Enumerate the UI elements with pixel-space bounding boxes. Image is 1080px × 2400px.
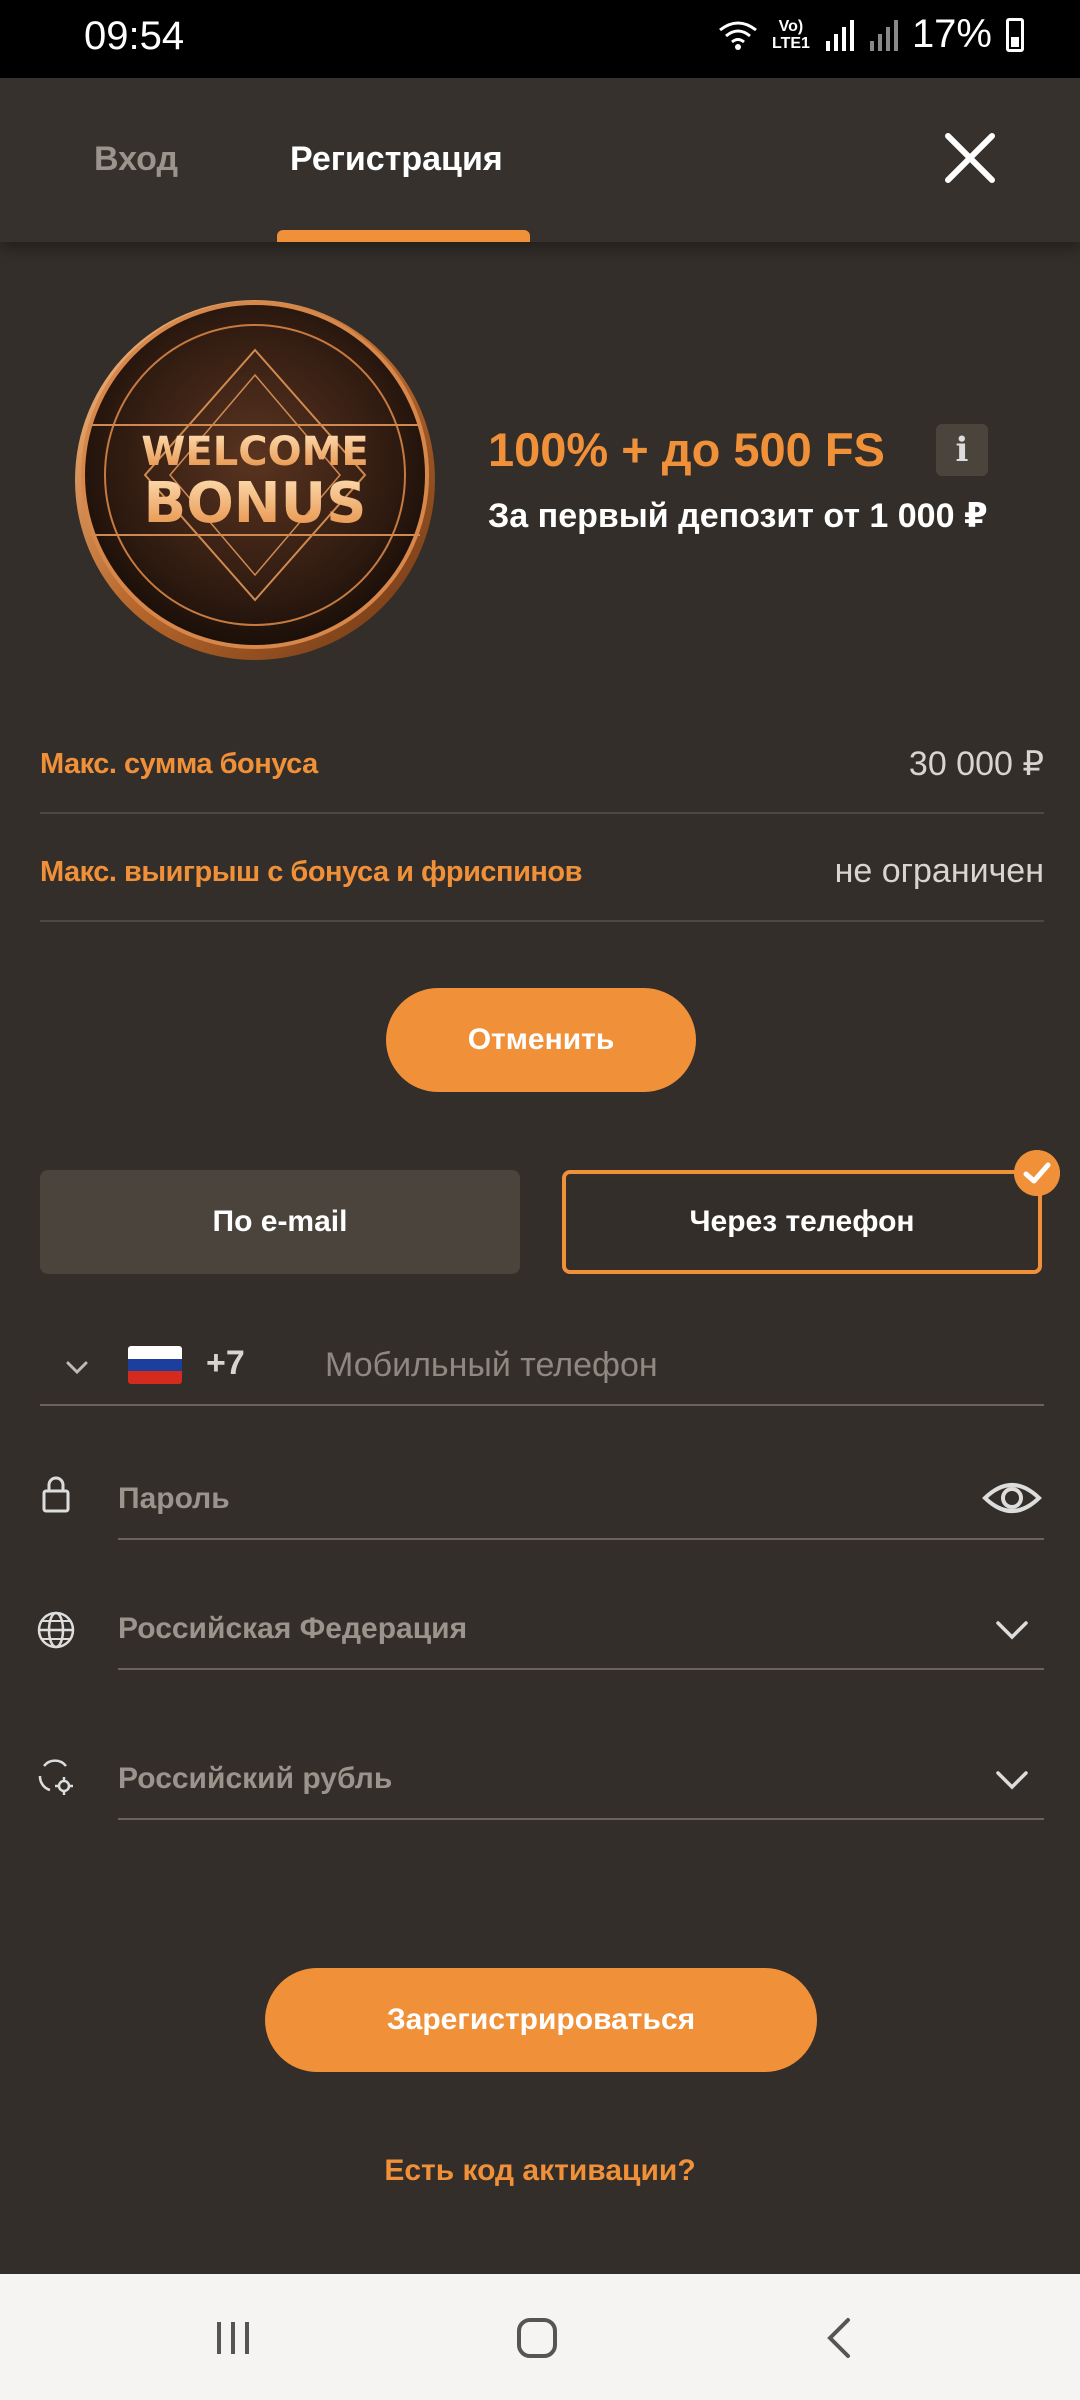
detail-row: Макс. сумма бонуса 30 000 ₽ [40, 706, 1044, 814]
close-icon[interactable] [942, 130, 998, 186]
currency-select[interactable]: Российский рубль [118, 1750, 1044, 1820]
phone-field: +7 [40, 1340, 1044, 1406]
register-button[interactable]: Зарегистрироваться [265, 1968, 817, 2072]
signal-icon [825, 19, 854, 51]
detail-label: Макс. выигрыш с бонуса и фриспинов [40, 856, 582, 888]
battery-percent: 17% [911, 12, 992, 56]
currency-value: Российский рубль [118, 1762, 393, 1795]
chevron-down-icon[interactable] [62, 1352, 92, 1382]
coin-text-welcome: WELCOME [141, 429, 368, 475]
wifi-icon [719, 21, 757, 50]
auth-header: Вход Регистрация [0, 78, 1080, 242]
recent-apps-icon[interactable] [208, 2314, 258, 2362]
home-icon[interactable] [512, 2314, 562, 2362]
info-button[interactable]: i [936, 424, 988, 476]
country-value: Российская Федерация [118, 1612, 468, 1645]
check-icon [1014, 1150, 1060, 1196]
network-bottom-label: LTE1 [772, 34, 810, 52]
detail-value: не ограничен [834, 852, 1044, 890]
signal-icon-2 [869, 19, 898, 51]
currency-exchange-icon [38, 1759, 73, 1795]
tab-login[interactable]: Вход [94, 140, 178, 179]
status-bar: 09:54 Vo) LTE1 17% [0, 0, 1080, 78]
detail-value: 30 000 ₽ [908, 745, 1044, 783]
chevron-down-icon[interactable] [994, 1612, 1030, 1648]
password-input[interactable] [118, 1474, 938, 1524]
bonus-subtitle: За первый депозит от 1 000 ₽ [488, 497, 988, 535]
detail-label: Макс. сумма бонуса [40, 748, 318, 780]
country-select[interactable]: Российская Федерация [118, 1600, 1044, 1670]
system-nav-bar [0, 2274, 1080, 2400]
battery-icon [1006, 17, 1024, 52]
eye-icon[interactable] [982, 1476, 1042, 1520]
back-icon[interactable] [815, 2314, 865, 2362]
tab-register[interactable]: Регистрация [290, 140, 503, 179]
phone-country-code: +7 [206, 1344, 245, 1382]
password-field [118, 1470, 1044, 1540]
welcome-bonus-coin-icon: WELCOME BONUS [75, 300, 435, 660]
russia-flag-icon[interactable] [128, 1346, 182, 1384]
status-icons: Vo) LTE1 17% [718, 12, 1024, 57]
lock-icon [42, 1476, 70, 1513]
chevron-down-icon[interactable] [994, 1762, 1030, 1798]
detail-row: Макс. выигрыш с бонуса и фриспинов не ог… [40, 814, 1044, 922]
method-phone-button[interactable]: Через телефон [562, 1170, 1042, 1274]
cancel-button[interactable]: Отменить [386, 988, 696, 1092]
globe-icon [37, 1611, 75, 1649]
phone-input[interactable] [325, 1340, 1025, 1390]
active-tab-indicator [277, 230, 530, 242]
lte-indicator: Vo) LTE1 [772, 18, 810, 52]
bonus-title: 100% + до 500 FS [488, 423, 885, 476]
method-email-button[interactable]: По e-mail [40, 1170, 520, 1274]
activation-code-link[interactable]: Есть код активации? [0, 2154, 1080, 2188]
status-time: 09:54 [84, 14, 185, 58]
network-top-label: Vo) [778, 17, 804, 35]
coin-text-bonus: BONUS [144, 471, 367, 536]
